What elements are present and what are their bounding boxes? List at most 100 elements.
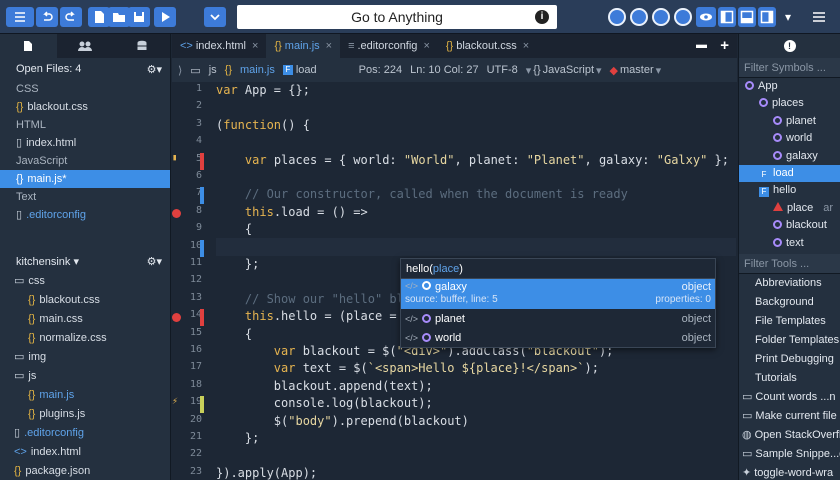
debug-marker-icon[interactable]: ⚡ xyxy=(172,396,178,407)
save-icon[interactable] xyxy=(128,7,150,27)
open-folder-icon[interactable] xyxy=(108,7,130,27)
dropdown-icon[interactable] xyxy=(204,7,226,27)
tree-item[interactable]: {} plugins.js xyxy=(0,405,170,424)
go-to-anything-input[interactable]: Go to Anything i xyxy=(237,5,557,29)
tool-item[interactable]: ▭ Count words ...n xyxy=(739,388,840,407)
tree-item-name: blackout.css xyxy=(39,294,100,306)
symbol-item[interactable]: blackout xyxy=(739,217,840,234)
close-icon[interactable]: × xyxy=(523,40,529,52)
open-file-item[interactable]: ▯ .editorconfig xyxy=(0,206,170,224)
tree-item-name: plugins.js xyxy=(39,408,86,420)
symbol-item[interactable]: planet xyxy=(739,113,840,130)
left-pane-toggle-icon[interactable] xyxy=(718,7,736,27)
stop-icon[interactable] xyxy=(630,8,648,26)
tree-item[interactable]: {} main.js xyxy=(0,386,170,405)
close-icon[interactable]: × xyxy=(326,40,332,52)
preview-eye-icon[interactable] xyxy=(696,7,716,27)
close-icon[interactable]: × xyxy=(423,40,429,52)
symbol-item[interactable]: places xyxy=(739,95,840,112)
tool-item[interactable]: ▭ Sample Snippe...o xyxy=(739,445,840,464)
code-text: // Show our "hello" bl xyxy=(244,291,404,306)
new-tab-icon[interactable]: + xyxy=(720,37,729,54)
right-pane-toggle-icon[interactable] xyxy=(758,7,776,27)
places-tab[interactable] xyxy=(0,34,57,58)
tool-name: Open StackOverfl xyxy=(754,428,840,441)
tree-item[interactable]: {} main.css xyxy=(0,310,170,329)
breadcrumb-file[interactable]: main.js xyxy=(240,64,275,76)
open-files-header[interactable]: Open Files: 4 ⚙▾ xyxy=(0,58,170,80)
completion-item[interactable]: </> planet object xyxy=(401,309,715,328)
symbol-item[interactable]: galaxy xyxy=(739,148,840,165)
tree-item[interactable]: ▭ css xyxy=(0,272,170,291)
bottom-pane-toggle-icon[interactable] xyxy=(738,7,756,27)
branch-selector[interactable]: master xyxy=(620,64,654,76)
hamburger-menu-icon[interactable] xyxy=(806,7,832,27)
filter-tools-input[interactable]: Filter Tools ... xyxy=(739,253,840,274)
completion-item[interactable]: </> galaxy object source: buffer, line: 5 pr… xyxy=(401,279,715,309)
open-file-item[interactable]: {} blackout.css xyxy=(0,98,170,116)
completion-item[interactable]: </> world object xyxy=(401,328,715,347)
gear-icon[interactable]: ⚙▾ xyxy=(147,63,162,76)
info-tab[interactable]: ! xyxy=(739,34,840,58)
symbol-item[interactable]: App xyxy=(739,78,840,95)
symbol-item[interactable]: world xyxy=(739,130,840,147)
open-file-item[interactable]: ▯ index.html xyxy=(0,134,170,152)
info-icon[interactable]: i xyxy=(535,10,549,24)
breadcrumb-symbol[interactable]: load xyxy=(296,64,317,76)
tool-item[interactable]: Background xyxy=(739,293,840,312)
open-file-item[interactable]: {} main.js* xyxy=(0,170,170,188)
tool-item[interactable]: File Templates xyxy=(739,312,840,331)
tab-list-icon[interactable]: ▬ xyxy=(696,39,707,51)
tab-index-html[interactable]: <> index.html × xyxy=(172,34,266,58)
code-line: 20 $("body").prepend(blackout) xyxy=(172,414,737,431)
go-to-anything-label: Go to Anything xyxy=(351,9,443,25)
breakpoint-icon[interactable] xyxy=(172,313,181,323)
filter-symbols-input[interactable]: Filter Symbols ... xyxy=(739,58,840,78)
menu-icon[interactable] xyxy=(6,7,34,27)
tab-blackout-css[interactable]: {} blackout.css × xyxy=(438,34,537,58)
bookmark-icon[interactable]: ▮ xyxy=(172,153,177,163)
close-icon[interactable]: × xyxy=(252,40,258,52)
tool-item[interactable]: Folder Templates xyxy=(739,331,840,350)
tool-item[interactable]: Print Debugging xyxy=(739,350,840,369)
symbol-name: blackout xyxy=(786,219,827,232)
tree-item[interactable]: ▭ img xyxy=(0,348,170,367)
tool-item[interactable]: Tutorials xyxy=(739,369,840,388)
back-icon[interactable] xyxy=(36,7,58,27)
chevron-down-icon: ▾ xyxy=(525,64,532,77)
breakpoint-icon[interactable] xyxy=(172,208,181,218)
play-icon[interactable] xyxy=(652,8,670,26)
layout-dropdown-icon[interactable]: ▾ xyxy=(780,7,796,27)
tool-item[interactable]: ▭ Make current file xyxy=(739,407,840,426)
encoding-selector[interactable]: UTF-8 xyxy=(487,64,518,76)
tab-editorconfig[interactable]: ≡ .editorconfig × xyxy=(340,34,438,58)
tool-item[interactable]: ◍ Open StackOverfl xyxy=(739,426,840,445)
breadcrumb-folder[interactable]: js xyxy=(209,64,217,76)
tool-item[interactable]: Abbreviations xyxy=(739,274,840,293)
tree-item[interactable]: {} package.json xyxy=(0,462,170,480)
symbol-item[interactable]: text xyxy=(739,235,840,252)
new-file-icon[interactable] xyxy=(88,7,110,27)
symbol-item[interactable]: place ar xyxy=(739,200,840,217)
record-icon[interactable] xyxy=(608,8,626,26)
open-files-label: Open Files: 4 xyxy=(16,63,82,75)
language-selector[interactable]: JavaScript xyxy=(543,64,594,76)
tree-item[interactable]: {} blackout.css xyxy=(0,291,170,310)
macro-icon[interactable] xyxy=(674,8,692,26)
tool-item[interactable]: ✦ toggle-word-wra xyxy=(739,464,840,480)
tree-item[interactable]: <> index.html xyxy=(0,443,170,462)
project-header[interactable]: kitchensink ▾ ⚙▾ xyxy=(0,250,170,272)
symbol-item[interactable]: Fhello xyxy=(739,182,840,199)
symbol-name: place xyxy=(787,201,814,214)
collaboration-tab[interactable] xyxy=(57,34,114,58)
gear-icon[interactable]: ⚙▾ xyxy=(147,255,162,268)
run-icon[interactable] xyxy=(154,7,176,27)
completion-properties: properties: 0 xyxy=(655,294,711,305)
forward-icon[interactable] xyxy=(60,7,82,27)
symbol-item[interactable]: Fload xyxy=(739,164,840,183)
tree-item[interactable]: ▭ js xyxy=(0,367,170,386)
database-tab[interactable] xyxy=(113,34,170,58)
tree-item[interactable]: {} normalize.css xyxy=(0,329,170,348)
tab-main-js[interactable]: {} main.js × xyxy=(266,34,341,58)
tree-item[interactable]: ▯ .editorconfig xyxy=(0,424,170,443)
